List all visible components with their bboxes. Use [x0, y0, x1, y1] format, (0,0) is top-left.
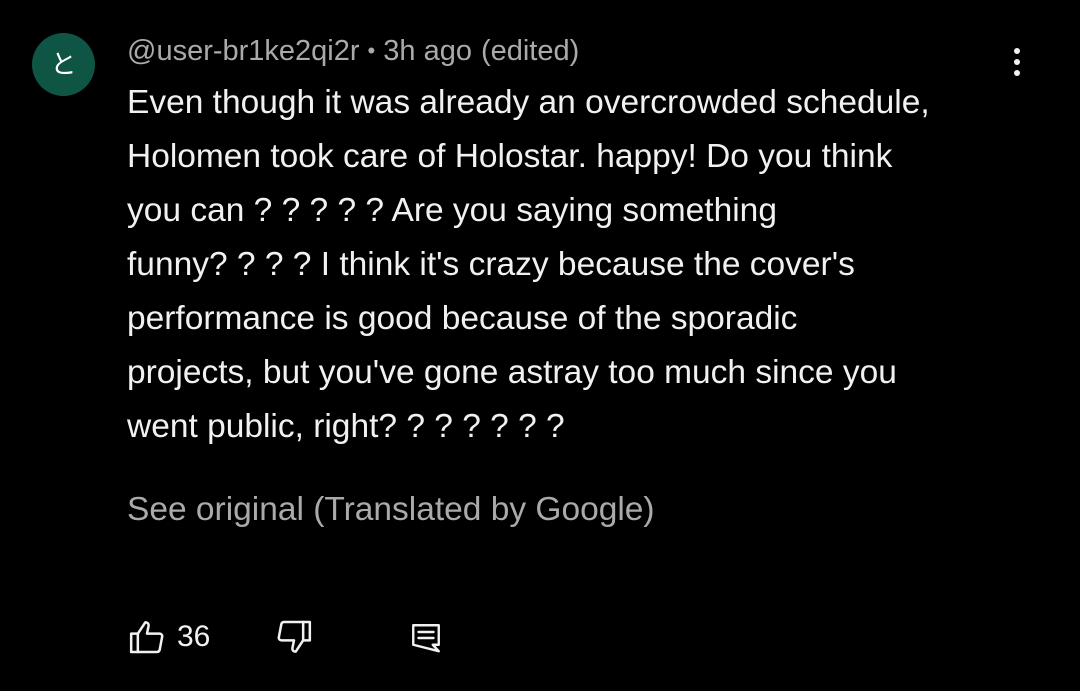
- comment-item: と @user-br1ke2qi2r • 3h ago (edited) Eve…: [0, 0, 1080, 691]
- author-name[interactable]: @user-br1ke2qi2r: [127, 35, 360, 68]
- comment-header: @user-br1ke2qi2r • 3h ago (edited): [127, 33, 579, 69]
- see-original-link[interactable]: See original (Translated by Google): [127, 487, 655, 533]
- comment-text-line: you can ? ? ? ? ? Are you saying somethi…: [127, 192, 777, 229]
- comment-text: Even though it was already an overcrowde…: [127, 76, 1027, 454]
- comment-text-line: funny? ? ? ? I think it's crazy because …: [127, 246, 855, 283]
- avatar-initial: と: [50, 49, 77, 80]
- comment-timestamp[interactable]: 3h ago: [383, 35, 472, 68]
- thumbs-up-icon: [127, 617, 167, 657]
- edited-label: (edited): [480, 34, 580, 67]
- thumbs-down-icon: [274, 617, 314, 657]
- meta-separator: •: [367, 38, 376, 63]
- more-vert-icon-dot-2: [1014, 59, 1020, 65]
- reply-comment-icon: [408, 620, 444, 656]
- like-button[interactable]: 36: [127, 616, 210, 658]
- dislike-button[interactable]: [272, 616, 316, 658]
- more-vert-icon-dot-1: [1014, 48, 1020, 54]
- comment-action-bar: 36: [0, 612, 1080, 662]
- avatar[interactable]: と: [32, 33, 95, 96]
- like-count: 36: [177, 620, 211, 653]
- comment-text-line: went public, right? ? ? ? ? ? ?: [127, 408, 565, 445]
- comment-text-line: performance is good because of the spora…: [127, 300, 798, 337]
- reply-button[interactable]: [406, 618, 446, 658]
- comment-text-line: Holomen took care of Holostar. happy! Do…: [127, 138, 893, 175]
- comment-text-line: projects, but you've gone astray too muc…: [127, 354, 897, 391]
- comment-text-line: Even though it was already an overcrowde…: [127, 84, 930, 121]
